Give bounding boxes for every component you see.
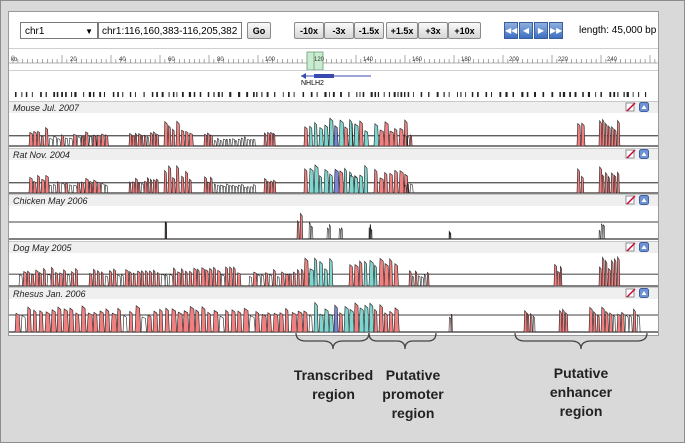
ruler-tick: 120 (314, 57, 325, 63)
conservation-plot (9, 117, 658, 147)
scroll-far-right-icon[interactable]: ▶▶ (549, 22, 563, 39)
enhancer-brace (514, 332, 648, 350)
zoom-in-10x-button[interactable]: +10x (448, 22, 481, 39)
track-name: Mouse Jul. 2007 (13, 103, 80, 113)
ruler-unit: kb (11, 57, 18, 63)
edit-track-icon[interactable] (625, 242, 636, 252)
ruler-tick: 40 (119, 57, 126, 63)
scroll-far-left-icon[interactable]: ◀◀ (504, 22, 518, 39)
ruler-tick: 140 (363, 57, 374, 63)
track-header: Dog May 2005 (9, 240, 658, 253)
zoom-in-3x-button[interactable]: +3x (418, 22, 448, 39)
ruler-tick: 160 (412, 57, 423, 63)
ruler-tick: 20 (70, 57, 77, 63)
ruler-tick: 80 (217, 57, 224, 63)
track-name: Rhesus Jan. 2006 (13, 289, 86, 299)
track-header: Rhesus Jan. 2006 (9, 287, 658, 299)
chromosome-value: chr1 (25, 26, 45, 37)
zoom-in-1-5x-button[interactable]: +1.5x (386, 22, 418, 39)
track-header: Mouse Jul. 2007 (9, 101, 658, 113)
gene-graphic (15, 73, 647, 97)
track-header: Rat Nov. 2004 (9, 147, 658, 160)
enhancer-region-label: Putative enhancer region (549, 365, 613, 419)
conservation-plot (9, 163, 658, 193)
track-name: Rat Nov. 2004 (13, 149, 70, 160)
scroll-left-icon[interactable]: ◀ (519, 22, 533, 39)
location-input[interactable]: chr1:116,160,383-116,205,382 (98, 22, 242, 39)
length-readout: length: 45,000 bp (579, 25, 657, 36)
edit-track-icon[interactable] (625, 195, 636, 205)
track-header: Chicken May 2006 (9, 194, 658, 206)
edit-track-icon[interactable] (625, 149, 636, 159)
zoom-out-3x-button[interactable]: -3x (324, 22, 354, 39)
collapse-track-icon[interactable] (639, 195, 649, 205)
ruler-tick: 220 (558, 57, 569, 63)
promoter-region-label: Putative promoter region (382, 367, 444, 421)
gene-label: NHLH2 (301, 80, 324, 87)
gene-annotation-track: NHLH2 (9, 70, 658, 101)
toolbar: chr1 ▼ chr1:116,160,383-116,205,382 Go -… (9, 12, 658, 48)
ruler-tick: 180 (461, 57, 472, 63)
figure-frame: chr1 ▼ chr1:116,160,383-116,205,382 Go -… (0, 0, 685, 443)
zoom-out-1-5x-button[interactable]: -1.5x (354, 22, 384, 39)
chromosome-select[interactable]: chr1 ▼ (20, 22, 98, 39)
conservation-plot (9, 301, 658, 333)
dropdown-arrow-icon: ▼ (85, 27, 93, 36)
conservation-plot (9, 212, 658, 240)
conservation-plot (9, 255, 658, 286)
promoter-brace (368, 332, 437, 350)
scroll-right-icon[interactable]: ▶ (534, 22, 548, 39)
collapse-track-icon[interactable] (639, 241, 649, 252)
region-braces (295, 332, 648, 350)
ruler-tick: 200 (509, 57, 520, 63)
ruler-tick: 100 (265, 57, 276, 63)
edit-track-icon[interactable] (625, 288, 636, 298)
go-button[interactable]: Go (247, 22, 271, 39)
track-name: Chicken May 2006 (13, 196, 88, 206)
collapse-track-icon[interactable] (639, 102, 649, 112)
track-name: Dog May 2005 (13, 242, 72, 253)
ruler-tick: 240 (607, 57, 618, 63)
transcribed-brace (295, 332, 370, 350)
genome-browser: chr1 ▼ chr1:116,160,383-116,205,382 Go -… (8, 11, 659, 336)
position-ruler[interactable]: kb 20 40 60 80 100 120 140 160 180 200 2… (9, 48, 658, 71)
edit-track-icon[interactable] (625, 102, 636, 112)
collapse-track-icon[interactable] (639, 148, 649, 159)
zoom-out-10x-button[interactable]: -10x (294, 22, 324, 39)
collapse-track-icon[interactable] (639, 288, 649, 298)
ruler-tick: 60 (168, 57, 175, 63)
